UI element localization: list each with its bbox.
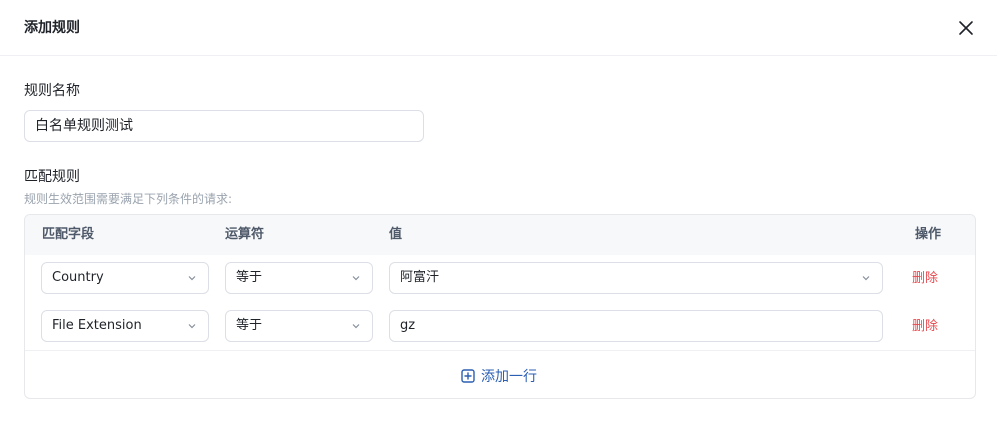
dialog-title: 添加规则 [24,20,80,36]
operator-select[interactable]: 等于 [225,310,373,342]
rule-name-label: 规则名称 [24,83,80,99]
value-select[interactable]: 阿富汗 [389,262,883,294]
add-row-button[interactable]: 添加一行 [461,366,537,386]
delete-row-button[interactable]: 删除 [912,318,938,336]
delete-row-button[interactable]: 删除 [912,270,938,288]
value-input[interactable]: gz [389,310,883,342]
column-header-action: 操作 [915,227,942,242]
chevron-down-icon [188,276,196,281]
chevron-down-icon [188,324,196,329]
column-header-value: 值 [389,227,403,242]
chevron-down-icon [862,276,870,281]
operator-select-value: 等于 [236,318,263,333]
field-select-value: File Extension [52,318,142,333]
match-rules-hint: 规则生效范围需要满足下列条件的请求: [24,192,233,206]
operator-select-value: 等于 [236,270,263,285]
chevron-down-icon [352,324,360,329]
operator-select[interactable]: 等于 [225,262,373,294]
field-select-value: Country [52,270,104,285]
dialog-header: 添加规则 [0,0,997,56]
field-select[interactable]: Country [41,262,209,294]
table-divider [25,350,975,351]
add-row-label: 添加一行 [481,369,537,385]
close-button[interactable] [954,16,978,40]
close-icon [959,21,973,35]
field-select[interactable]: File Extension [41,310,209,342]
match-rules-label: 匹配规则 [24,169,80,185]
value-select-value: 阿富汗 [400,270,440,285]
column-header-operator: 运算符 [225,227,265,242]
plus-square-icon [461,369,475,383]
add-rule-dialog: 添加规则 规则名称 白名单规则测试 匹配规则 规则生效范围需要满足下列条件的请求… [0,0,997,421]
table-header: 匹配字段 运算符 值 操作 [25,215,975,255]
column-header-field: 匹配字段 [42,227,95,242]
rule-name-input[interactable]: 白名单规则测试 [24,110,424,142]
match-rules-table: 匹配字段 运算符 值 操作 Country 等于 阿富汗 删除 File Ext… [24,214,976,399]
chevron-down-icon [352,276,360,281]
